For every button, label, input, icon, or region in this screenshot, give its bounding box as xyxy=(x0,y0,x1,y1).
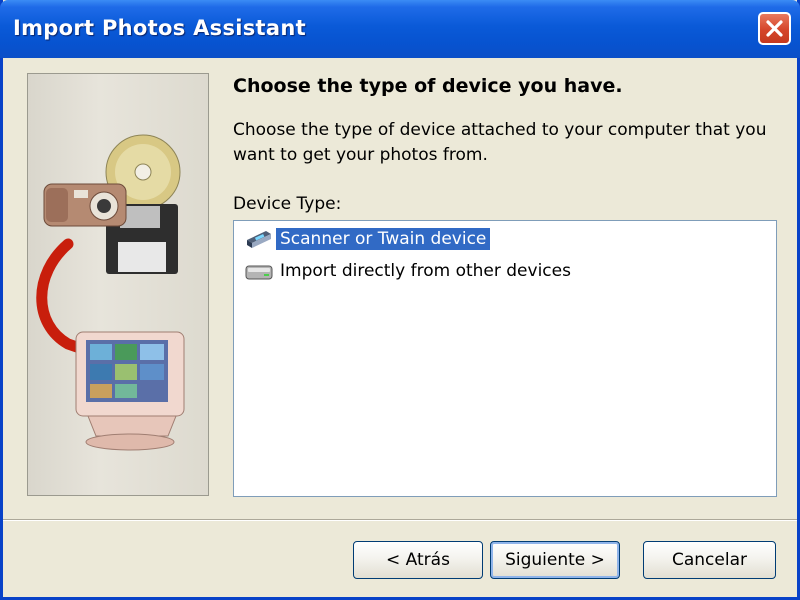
monitor-icon xyxy=(75,331,185,451)
wizard-illustration xyxy=(27,73,209,496)
camera-icon xyxy=(43,183,127,227)
list-item-label: Scanner or Twain device xyxy=(276,228,491,250)
button-separator xyxy=(3,519,797,521)
list-item-scanner[interactable]: Scanner or Twain device xyxy=(244,225,491,253)
cancel-button[interactable]: Cancelar xyxy=(643,541,776,579)
next-button[interactable]: Siguiente > xyxy=(490,541,620,579)
list-item-label: Import directly from other devices xyxy=(280,261,571,281)
back-button[interactable]: < Atrás xyxy=(353,541,483,579)
dialog-body: Choose the type of device you have. Choo… xyxy=(3,58,797,597)
close-button[interactable] xyxy=(758,12,791,45)
scanner-icon xyxy=(247,231,271,248)
page-heading: Choose the type of device you have. xyxy=(233,75,623,97)
title-bar[interactable]: Import Photos Assistant xyxy=(0,0,800,58)
device-type-list[interactable]: Scanner or Twain device Import directly … xyxy=(233,220,777,497)
device-type-label: Device Type: xyxy=(233,194,342,214)
import-photos-dialog: Import Photos Assistant Choose the type … xyxy=(0,0,800,600)
page-description: Choose the type of device attached to yo… xyxy=(233,120,767,165)
close-icon xyxy=(766,20,783,37)
device-drive-icon xyxy=(245,265,273,280)
window-title: Import Photos Assistant xyxy=(13,16,306,40)
list-item-other-devices[interactable]: Import directly from other devices xyxy=(244,257,575,285)
